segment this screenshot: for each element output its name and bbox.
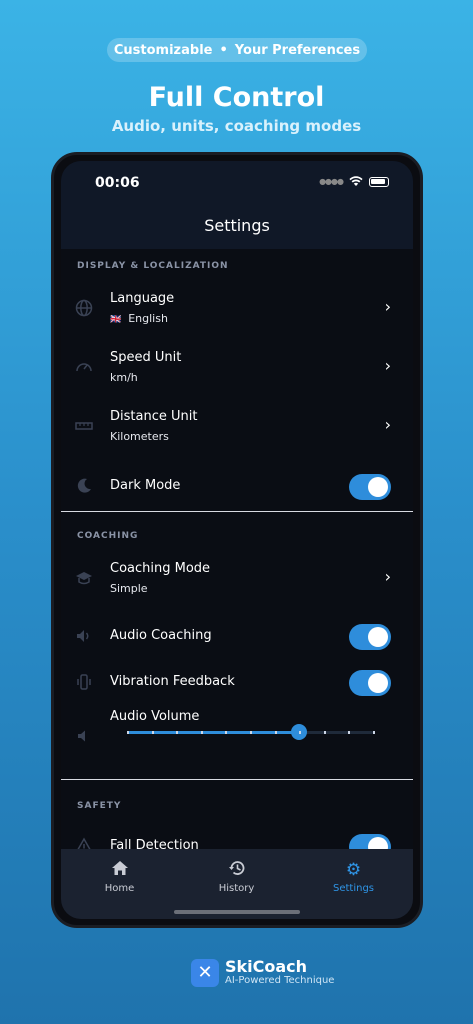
home-icon	[61, 859, 178, 881]
volume-slider-tick	[225, 731, 227, 734]
chevron-right-icon: ›	[384, 415, 391, 434]
section-label-safety: SAFETY	[77, 801, 122, 811]
history-icon	[178, 859, 295, 881]
setting-language-value: 🇬🇧 English	[110, 312, 168, 325]
audio-coaching-toggle[interactable]	[349, 624, 391, 650]
setting-language[interactable]: Language 🇬🇧 English ›	[61, 283, 413, 333]
ski-logo-icon: ✕	[191, 958, 219, 987]
brand-lockup: ✕ SkiCoach AI-Powered Technique	[191, 958, 334, 987]
graduation-cap-icon	[75, 569, 93, 587]
brand-tagline: AI-Powered Technique	[225, 975, 335, 986]
phone-frame: 00:06 ●●●● Settings DISPLAY & LOCALIZATI…	[51, 152, 423, 928]
globe-icon	[75, 299, 93, 317]
promo-pill-left: Customizable	[113, 42, 213, 58]
tab-home[interactable]: Home	[61, 859, 178, 894]
setting-speed-unit[interactable]: Speed Unit km/h ›	[61, 342, 413, 392]
moon-icon	[75, 477, 93, 495]
gear-icon: ⚙	[345, 860, 362, 880]
promo-pill: Customizable • Your Preferences	[107, 38, 367, 62]
volume-slider-tick	[373, 731, 375, 734]
setting-vibration-feedback: Vibration Feedback	[61, 657, 413, 707]
tab-bar: Home History ⚙ Settings	[61, 849, 413, 919]
volume-slider-tick	[324, 731, 326, 734]
brand-name: SkiCoach	[225, 957, 308, 976]
vibration-icon	[75, 673, 93, 691]
page-title: Settings	[204, 216, 270, 235]
volume-slider-tick	[127, 731, 129, 734]
tab-history[interactable]: History	[178, 859, 295, 894]
tab-settings[interactable]: ⚙ Settings	[295, 859, 412, 894]
setting-speed-label: Speed Unit	[110, 350, 182, 365]
setting-audio-coaching-label: Audio Coaching	[110, 628, 212, 643]
dark-mode-toggle[interactable]	[349, 474, 391, 500]
chevron-right-icon: ›	[384, 297, 391, 316]
volume-icon	[75, 727, 93, 745]
settings-list[interactable]: DISPLAY & LOCALIZATION Language 🇬🇧 Engli…	[61, 249, 413, 860]
speaker-icon	[75, 627, 93, 645]
volume-slider-tick	[299, 731, 301, 734]
section-label-coaching: COACHING	[77, 531, 139, 541]
promo-pill-dot: •	[219, 42, 228, 58]
volume-slider[interactable]	[127, 724, 375, 740]
setting-distance-label: Distance Unit	[110, 409, 198, 424]
setting-vibration-label: Vibration Feedback	[110, 674, 235, 689]
volume-slider-tick	[152, 731, 154, 734]
volume-slider-tick	[201, 731, 203, 734]
setting-audio-coaching: Audio Coaching	[61, 611, 413, 661]
setting-dark-mode-label: Dark Mode	[110, 478, 181, 493]
tab-history-label: History	[218, 883, 255, 894]
setting-distance-unit[interactable]: Distance Unit Kilometers ›	[61, 401, 413, 451]
tab-home-label: Home	[104, 883, 135, 894]
promo-headline: Full Control	[148, 82, 325, 113]
chevron-right-icon: ›	[384, 567, 391, 586]
setting-dark-mode: Dark Mode	[61, 461, 413, 511]
speedometer-icon	[75, 358, 93, 376]
tab-settings-label: Settings	[332, 883, 374, 894]
status-icons: ●●●●	[319, 176, 389, 187]
volume-slider-tick	[348, 731, 350, 734]
setting-coaching-mode[interactable]: Coaching Mode Simple ›	[61, 553, 413, 603]
app-screen: 00:06 ●●●● Settings DISPLAY & LOCALIZATI…	[61, 161, 413, 919]
volume-slider-tick	[275, 731, 277, 734]
promo-subhead: Audio, units, coaching modes	[111, 117, 362, 135]
chevron-right-icon: ›	[384, 356, 391, 375]
volume-slider-tick	[250, 731, 252, 734]
section-label-display: DISPLAY & LOCALIZATION	[77, 261, 229, 271]
ruler-icon	[75, 417, 93, 435]
setting-coaching-mode-value: Simple	[110, 582, 148, 595]
volume-slider-tick	[176, 731, 178, 734]
signal-icon: ●●●●	[319, 177, 344, 186]
status-time: 00:06	[95, 175, 140, 191]
wifi-icon	[349, 176, 363, 186]
section-divider	[61, 511, 413, 512]
setting-distance-value: Kilometers	[110, 430, 169, 443]
vibration-toggle[interactable]	[349, 670, 391, 696]
battery-icon	[369, 176, 389, 187]
brand-text: SkiCoach AI-Powered Technique	[225, 958, 334, 987]
section-divider	[61, 779, 413, 780]
top-bar: 00:06 ●●●● Settings	[61, 161, 413, 249]
uk-flag-icon: 🇬🇧	[110, 315, 122, 325]
setting-audio-volume: Audio Volume	[61, 705, 413, 755]
setting-coaching-mode-label: Coaching Mode	[110, 561, 211, 576]
promo-pill-right: Your Preferences	[234, 42, 361, 58]
home-indicator	[174, 910, 300, 914]
language-value-text: English	[128, 312, 168, 325]
setting-language-label: Language	[110, 291, 175, 306]
setting-audio-volume-label: Audio Volume	[110, 709, 200, 724]
setting-speed-value: km/h	[110, 371, 138, 384]
